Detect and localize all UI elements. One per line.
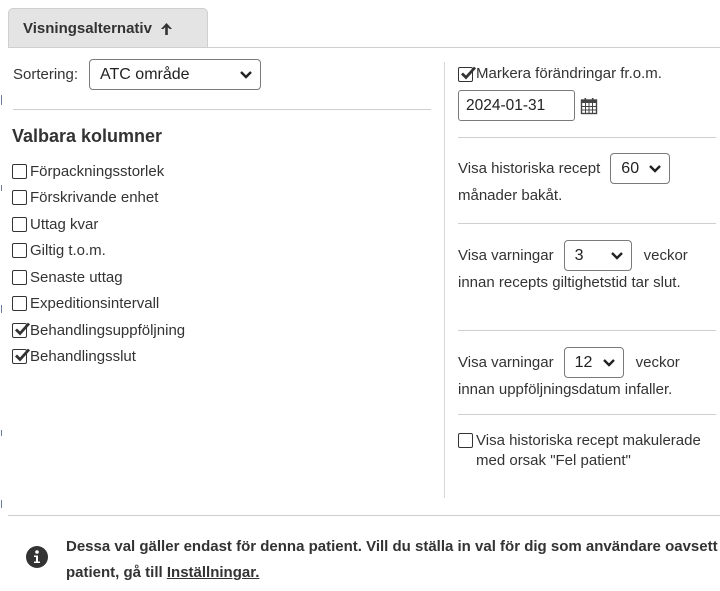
mark-changes-row[interactable]: Markera förändringar fr.o.m. [458, 64, 716, 84]
checkbox-unchecked[interactable] [12, 216, 27, 232]
tab-underline [8, 47, 720, 48]
column-item[interactable]: Uttag kvar [12, 211, 185, 238]
column-item[interactable]: Behandlingsuppföljning [12, 317, 185, 344]
column-item[interactable]: Expeditionsintervall [12, 291, 185, 318]
divider [458, 137, 716, 138]
weeks-select-validity[interactable]: 3 [563, 240, 632, 271]
warning-suffix: innan recepts giltighetstid tar slut. [458, 274, 681, 291]
sorting-label: Sortering: [13, 66, 79, 83]
warning-suffix: innan uppföljningsdatum infaller. [458, 381, 673, 398]
historical-prefix: Visa historiska recept [458, 159, 601, 177]
historical-section: Visa historiska recept 60 månader bakåt. [458, 153, 716, 206]
weeks-unit: veckor [635, 353, 680, 371]
chevron-down-icon [602, 358, 615, 367]
column-item[interactable]: Senaste uttag [12, 264, 185, 291]
checkmark-icon [461, 66, 477, 80]
settings-link[interactable]: Inställningar. [167, 564, 260, 581]
columns-title: Valbara kolumner [12, 126, 163, 146]
months-select[interactable]: 60 [610, 153, 671, 184]
info-message: Dessa val gäller endast för denna patien… [66, 538, 718, 581]
warning-prefix: Visa varningar [458, 246, 554, 264]
historical-suffix: månader bakåt. [458, 187, 563, 204]
column-label: Uttag kvar [30, 215, 99, 233]
checkmark-icon [15, 322, 31, 336]
checkbox-unchecked[interactable] [12, 163, 27, 179]
info-notice: Dessa val gäller endast för denna patien… [26, 534, 720, 586]
tab-visningsalternativ[interactable]: Visningsalternativ [8, 8, 208, 48]
warning-followup-section: Visa varningar 12 veckor innan uppföljni… [458, 347, 716, 400]
checkbox-checked[interactable] [12, 322, 31, 338]
tab-label: Visningsalternativ [23, 20, 152, 37]
arrow-up-icon [160, 22, 173, 36]
column-item[interactable]: Behandlingsslut [12, 344, 185, 371]
column-label: Senaste uttag [30, 268, 123, 286]
checkbox-checked[interactable] [458, 66, 477, 82]
warning-prefix: Visa varningar [458, 353, 554, 371]
column-label: Expeditionsintervall [30, 295, 160, 313]
weeks-select-value: 12 [574, 353, 593, 371]
divider [8, 515, 720, 516]
checkbox-unchecked[interactable] [458, 433, 473, 448]
sorting-select-value: ATC område [100, 65, 190, 83]
cancelled-section: Visa historiska recept makulerade med or… [458, 431, 716, 471]
divider [458, 223, 716, 224]
mark-changes-label: Markera förändringar fr.o.m. [476, 65, 662, 82]
column-item[interactable]: Förskrivande enhet [12, 185, 185, 212]
cancelled-row[interactable]: Visa historiska recept makulerade med or… [458, 431, 716, 471]
checkbox-unchecked[interactable] [12, 269, 27, 285]
divider [13, 109, 431, 110]
sorting-select[interactable]: ATC område [89, 59, 262, 90]
sorting-row: Sortering: ATC område [13, 59, 262, 90]
months-select-value: 60 [621, 159, 640, 177]
chevron-down-icon [649, 164, 662, 173]
column-separator [444, 62, 445, 498]
divider [458, 414, 716, 415]
weeks-select-value: 3 [574, 246, 584, 264]
warning-validity-section: Visa varningar 3 veckor innan recepts gi… [458, 240, 716, 293]
column-label: Förpackningsstorlek [30, 162, 165, 180]
column-label: Giltig t.o.m. [30, 242, 106, 260]
divider [458, 330, 716, 331]
checkbox-unchecked[interactable] [12, 243, 27, 259]
checkbox-checked[interactable] [12, 348, 31, 365]
left-edge-markers [0, 0, 3, 591]
date-input[interactable]: 2024-01-31 [458, 90, 575, 121]
weeks-unit: veckor [643, 246, 688, 264]
calendar-icon[interactable] [580, 97, 598, 115]
checkbox-unchecked[interactable] [12, 296, 27, 312]
info-icon [26, 546, 48, 568]
checkbox-unchecked[interactable] [12, 190, 27, 206]
column-label: Behandlingsslut [30, 348, 136, 366]
column-item[interactable]: Förpackningsstorlek [12, 158, 185, 185]
chevron-down-icon [610, 251, 623, 260]
info-text: Dessa val gäller endast för denna patien… [66, 534, 720, 586]
checkmark-icon [15, 348, 31, 362]
cancelled-label: Visa historiska recept makulerade med or… [476, 432, 701, 469]
column-label: Behandlingsuppföljning [30, 321, 186, 339]
column-label: Förskrivande enhet [30, 189, 159, 207]
mark-changes-section: Markera förändringar fr.o.m. 2024-01-31 [458, 64, 716, 121]
column-item[interactable]: Giltig t.o.m. [12, 238, 185, 265]
date-value: 2024-01-31 [466, 96, 546, 114]
chevron-down-icon [240, 70, 252, 79]
weeks-select-followup[interactable]: 12 [563, 347, 624, 378]
columns-list: Förpackningsstorlek Förskrivande enhet U… [12, 158, 185, 370]
